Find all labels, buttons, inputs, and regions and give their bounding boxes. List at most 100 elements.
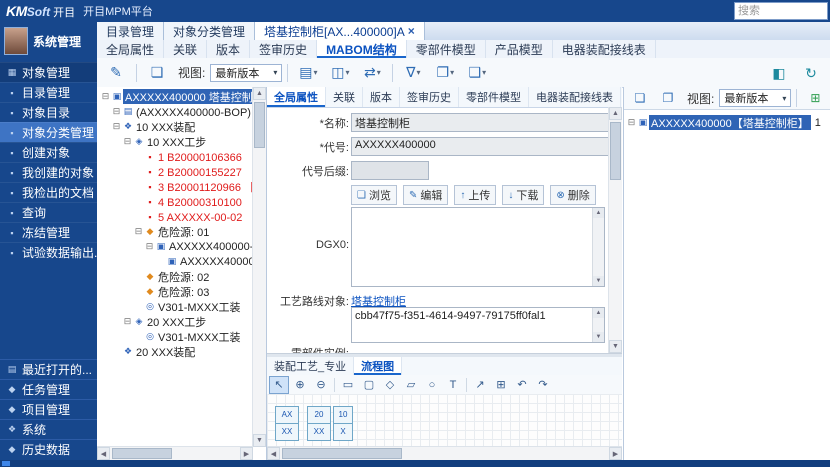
tab-mabom-structure[interactable]: MABOM结构: [317, 40, 407, 58]
tree-item-root[interactable]: ⊟ ▣ AXXXXX400000 塔基控制柜: [98, 89, 252, 104]
upload-button[interactable]: ↑ 上传: [454, 185, 496, 205]
scroll-up-icon[interactable]: [609, 107, 622, 120]
shape-rect-button[interactable]: ▭: [338, 376, 358, 394]
detail-tab-global-attributes[interactable]: 全局属性: [267, 87, 326, 107]
batch-ops-button[interactable]: ❑ ▾: [462, 61, 492, 85]
flow-diagram-canvas[interactable]: AX XX 20 XX 10 X: [267, 394, 622, 447]
expand-toggle-icon[interactable]: ⊟: [144, 241, 155, 252]
sidebar-item-create-object[interactable]: ▪ 创建对象: [0, 142, 97, 162]
new-document-button[interactable]: ❏: [142, 61, 172, 85]
tree-item-hazard-grandchild[interactable]: ▣ AXXXXX400000: [98, 254, 252, 269]
sidebar-item-my-created-objects[interactable]: ▪ 我创建的对象: [0, 162, 97, 182]
tab-product-model[interactable]: 产品模型: [486, 40, 553, 58]
sidebar-item-freeze-management[interactable]: ▪ 冻结管理: [0, 222, 97, 242]
zoom-out-button[interactable]: ⊖: [311, 376, 331, 394]
tab-object-classification[interactable]: 对象分类管理: [164, 22, 255, 40]
tree-vertical-scrollbar[interactable]: [252, 87, 266, 447]
tree-item-tooling-1[interactable]: ◎ V301-MXXX工装: [98, 299, 252, 314]
shape-diamond-button[interactable]: ◇: [380, 376, 400, 394]
flow-node[interactable]: AX XX: [275, 406, 299, 441]
textarea-scrollbar[interactable]: [592, 308, 604, 342]
tree-item-part-5[interactable]: ▪ 5 AXXXXX-00-02 【: [98, 209, 252, 224]
tab-sign-history[interactable]: 签审历史: [250, 40, 317, 58]
right-view-version-select[interactable]: 最新版本 ▾: [719, 89, 791, 107]
tree-item-part-4[interactable]: ▪ 4 B20000310100 【紧: [98, 194, 252, 209]
tab-part-model[interactable]: 零部件模型: [407, 40, 486, 58]
scrollbar-thumb[interactable]: [112, 448, 172, 459]
zoom-in-button[interactable]: ⊕: [290, 376, 310, 394]
scroll-down-icon[interactable]: [593, 332, 604, 342]
report-button[interactable]: ❐ ▾: [430, 61, 460, 85]
expand-toggle-icon[interactable]: ⊟: [100, 91, 111, 102]
compare-button[interactable]: ⇄ ▾: [357, 61, 387, 85]
detail-tab-relations[interactable]: 关联: [326, 87, 363, 107]
close-icon[interactable]: ×: [408, 24, 415, 38]
scroll-up-icon[interactable]: [593, 308, 604, 318]
tree-item-assembly-10[interactable]: ⊟ ❖ 10 XXX装配: [98, 119, 252, 134]
connector-tool-button[interactable]: ↗: [470, 376, 490, 394]
structure-view-button[interactable]: ▤ ▾: [293, 61, 323, 85]
sidebar-section-object-management[interactable]: ▦ 对象管理: [0, 62, 97, 82]
user-row[interactable]: 系统管理: [0, 22, 97, 62]
tree-item-hazard-02[interactable]: ◆ 危险源: 02: [98, 269, 252, 284]
undo-button[interactable]: ↶: [512, 376, 532, 394]
split-view-button[interactable]: ◧: [764, 61, 794, 85]
tab-assembly-process[interactable]: 装配工艺_专业: [267, 357, 354, 375]
sidebar-item-object-directory[interactable]: ▪ 对象目录: [0, 102, 97, 122]
text-tool-button[interactable]: T: [443, 376, 463, 394]
grid-toggle-button[interactable]: ⊞: [491, 376, 511, 394]
tree-item-assembly-20[interactable]: ❖ 20 XXX装配: [98, 344, 252, 359]
scroll-down-icon[interactable]: [609, 340, 622, 353]
shape-parallelogram-button[interactable]: ▱: [401, 376, 421, 394]
tab-versions[interactable]: 版本: [207, 40, 250, 58]
scrollbar-thumb[interactable]: [282, 448, 402, 459]
tree-horizontal-scrollbar[interactable]: [97, 446, 253, 460]
shape-ellipse-button[interactable]: ○: [422, 376, 442, 394]
expand-toggle-icon[interactable]: ⊟: [133, 226, 144, 237]
expand-toggle-icon[interactable]: ⊟: [122, 316, 133, 327]
suffix-field[interactable]: [351, 161, 429, 180]
select-tool-button[interactable]: ↖: [269, 376, 289, 394]
textarea-scrollbar[interactable]: [592, 208, 604, 286]
bom-table-button[interactable]: ◫ ▾: [325, 61, 355, 85]
filter-button[interactable]: ∇ ▾: [398, 61, 428, 85]
form-vertical-scrollbar[interactable]: [608, 107, 622, 353]
scroll-right-icon[interactable]: [240, 447, 253, 460]
scroll-down-icon[interactable]: [593, 276, 604, 286]
detail-tab-sign-history[interactable]: 签审历史: [400, 87, 459, 107]
download-button[interactable]: ↓ 下载: [502, 185, 544, 205]
add-row-button[interactable]: ⊞: [802, 88, 828, 108]
sidebar-item-history-data[interactable]: ◆ 历史数据: [0, 439, 97, 459]
tab-tower-control-cabinet[interactable]: 塔基控制柜[AX...400000]A ×: [255, 22, 425, 40]
redo-button[interactable]: ↷: [533, 376, 553, 394]
detail-tab-electrical-wiring[interactable]: 电器装配接线表: [529, 87, 621, 107]
sidebar-item-query[interactable]: ▪ 查询: [0, 202, 97, 222]
scroll-left-icon[interactable]: [97, 447, 110, 460]
sidebar-item-system[interactable]: ❖ 系统: [0, 419, 97, 439]
tree-item-hazard-01[interactable]: ⊟ ◆ 危险源: 01: [98, 224, 252, 239]
sidebar-item-directory-management[interactable]: ▪ 目录管理: [0, 82, 97, 102]
scrollbar-thumb[interactable]: [254, 102, 265, 148]
browse-button[interactable]: ❏ 浏览: [351, 185, 397, 205]
tree-item-part-2[interactable]: ▪ 2 B20000155227 【常: [98, 164, 252, 179]
result-tree-item[interactable]: ⊟ ▣ AXXXXX400000【塔基控制柜】 1: [626, 115, 828, 130]
scroll-down-icon[interactable]: [253, 434, 266, 447]
detail-tab-versions[interactable]: 版本: [363, 87, 400, 107]
scroll-up-icon[interactable]: [253, 87, 266, 100]
tree-item-step-10[interactable]: ⊟ ◈ 10 XXX工步: [98, 134, 252, 149]
flow-node[interactable]: 10 X: [333, 406, 353, 441]
tree-item-step-20[interactable]: ⊟ ◈ 20 XXX工步: [98, 314, 252, 329]
sidebar-item-my-checked-out-docs[interactable]: ▪ 我检出的文档: [0, 182, 97, 202]
guid-textarea[interactable]: cbb47f75-f351-4614-9497-79175ff0fal1: [351, 307, 605, 343]
detail-horizontal-scrollbar[interactable]: [267, 446, 622, 460]
flow-node[interactable]: 20 XX: [307, 406, 331, 441]
expand-toggle-icon[interactable]: ⊟: [111, 121, 122, 132]
scroll-up-icon[interactable]: [593, 208, 604, 218]
name-field[interactable]: 塔基控制柜: [351, 113, 609, 132]
global-search-input[interactable]: [734, 2, 828, 20]
edit-button[interactable]: ✎: [101, 61, 131, 85]
expand-toggle-icon[interactable]: ⊟: [626, 117, 637, 128]
tree-item-hazard-child[interactable]: ⊟ ▣ AXXXXX400000-B: [98, 239, 252, 254]
tree-item-part-1[interactable]: ▪ 1 B20000106366 【排: [98, 149, 252, 164]
tree-item-part-3[interactable]: ▪ 3 B20001120966 【九: [98, 179, 252, 194]
